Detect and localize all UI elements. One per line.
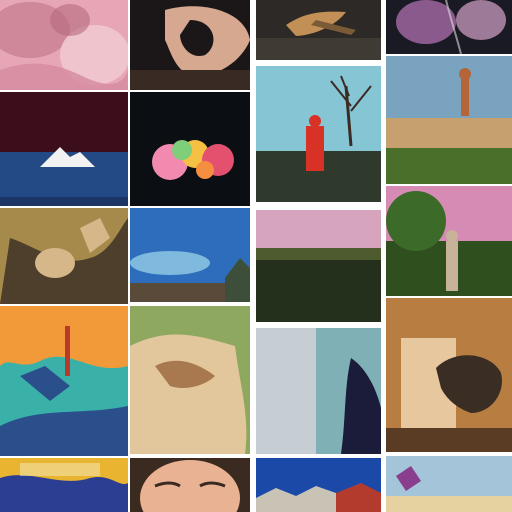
tile-dark-purple-abstract (386, 0, 512, 54)
tile-blue-and-yellow-abstract (0, 458, 128, 512)
tile-dark-curved-shape (130, 0, 250, 90)
tile-person-in-red-under-tree (256, 66, 381, 202)
tile-pink-sky-green-field (256, 210, 381, 322)
tile-pink-patterned-fabric (0, 0, 128, 90)
tile-green-field-with-tree-and-figure (386, 186, 512, 296)
tile-beige-sculpture-on-grass (130, 306, 250, 454)
tile-purple-flower-landscape (386, 456, 512, 512)
tile-dark-red-sky-over-blue-water (0, 92, 128, 206)
tile-blue-sky-landscape (130, 208, 250, 302)
tile-room-with-sculpted-head (386, 298, 512, 452)
tile-flower-bouquet-on-black (130, 92, 250, 206)
tile-distorted-figure-in-grass (0, 208, 128, 304)
tile-colorful-abstract-painting (0, 306, 128, 456)
tile-blue-sky-with-rooftops (256, 458, 381, 512)
tile-close-up-face (130, 458, 250, 512)
tile-dark-scene-with-stretched-object (256, 0, 381, 60)
tile-misty-blue-abstract (256, 328, 381, 454)
tile-golden-field-with-hanging-figure (386, 56, 512, 184)
